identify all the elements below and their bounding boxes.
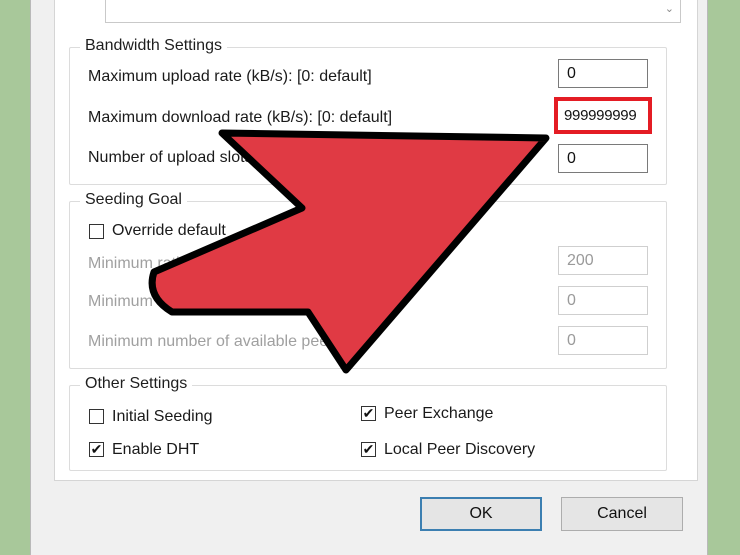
override-default-label: Override default xyxy=(112,222,226,239)
seeding-goal-title: Seeding Goal xyxy=(80,191,187,209)
max-upload-rate-input[interactable]: 0 xyxy=(558,59,648,88)
ok-button[interactable]: OK xyxy=(420,497,542,531)
peer-exchange-label: Peer Exchange xyxy=(384,405,494,422)
enable-dht-checkbox[interactable]: ✔ xyxy=(89,442,104,457)
local-peer-discovery-label: Local Peer Discovery xyxy=(384,441,536,458)
checkmark-icon: ✔ xyxy=(362,441,375,457)
minimum-ratio-input[interactable]: 200 xyxy=(558,246,648,275)
checkmark-icon: ✔ xyxy=(90,441,103,457)
torrent-properties-dialog: ⌄ Bandwidth Settings Maximum upload rate… xyxy=(30,0,708,555)
minimum-available-peers-input[interactable]: 0 xyxy=(558,326,648,355)
minimum-ratio-label: Minimum ratio xyxy=(88,255,189,272)
max-download-rate-input[interactable]: 999999999 xyxy=(554,97,652,134)
max-upload-rate-label: Maximum upload rate (kB/s): [0: default] xyxy=(88,68,372,85)
upload-slots-label: Number of upload slots: xyxy=(88,149,257,166)
initial-seeding-checkbox[interactable] xyxy=(89,409,104,424)
other-settings-title: Other Settings xyxy=(80,375,193,393)
peer-exchange-checkbox[interactable]: ✔ xyxy=(361,406,376,421)
override-default-checkbox[interactable] xyxy=(89,224,104,239)
upload-slots-input[interactable]: 0 xyxy=(558,144,648,173)
local-peer-discovery-checkbox[interactable]: ✔ xyxy=(361,442,376,457)
enable-dht-label: Enable DHT xyxy=(112,441,200,458)
max-download-rate-label: Maximum download rate (kB/s): [0: defaul… xyxy=(88,109,393,126)
minimum-seeding-time-label: Minimum seeding time (minutes): xyxy=(88,293,324,310)
settings-panel: ⌄ Bandwidth Settings Maximum upload rate… xyxy=(54,0,698,481)
checkmark-icon: ✔ xyxy=(362,405,375,421)
initial-seeding-label: Initial Seeding xyxy=(112,408,213,425)
minimum-seeding-time-input[interactable]: 0 xyxy=(558,286,648,315)
minimum-available-peers-label: Minimum number of available peers: xyxy=(88,333,346,350)
top-dropdown-field[interactable]: ⌄ xyxy=(105,0,681,23)
cancel-button[interactable]: Cancel xyxy=(561,497,683,531)
chevron-down-icon[interactable]: ⌄ xyxy=(665,2,674,15)
bandwidth-settings-title: Bandwidth Settings xyxy=(80,37,227,55)
